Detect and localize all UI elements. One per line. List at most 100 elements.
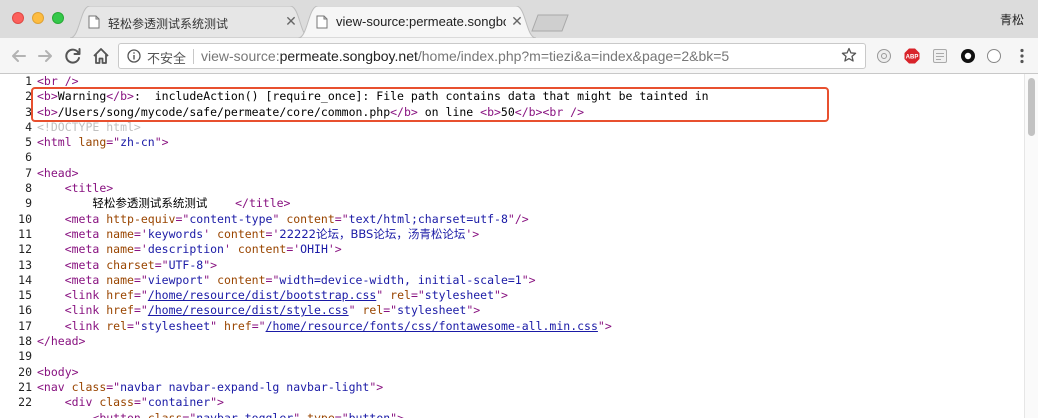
url-scheme: view-source: [201, 48, 280, 64]
source-line: <!DOCTYPE html> [37, 120, 1027, 135]
source-token: " [348, 303, 363, 318]
address-bar[interactable]: 不安全 view-source:permeate.songboy.net/hom… [118, 43, 866, 69]
source-token: description [147, 242, 224, 257]
home-icon[interactable] [90, 45, 112, 67]
source-link[interactable]: /home/resource/dist/style.css [148, 303, 349, 317]
source-link[interactable]: /home/resource/dist/bootstrap.css [148, 288, 376, 302]
source-token [37, 319, 65, 333]
source-token: =" [154, 257, 169, 272]
source-token: " [376, 288, 391, 303]
line-number: 12 [18, 242, 32, 257]
source-token [37, 303, 65, 317]
source-token: <link [64, 318, 107, 333]
source-token [37, 258, 65, 272]
tab-view-source[interactable]: view-source:permeate.songbo ✕ [298, 6, 536, 38]
reader-extension-icon[interactable] [932, 48, 948, 64]
source-token: zh-cn [120, 135, 155, 150]
vertical-scrollbar[interactable] [1024, 74, 1038, 418]
source-line: <link rel="stylesheet" href="/home/resou… [37, 319, 1027, 334]
line-number: 2 [25, 89, 32, 104]
source-token: "> [466, 303, 481, 318]
black-circle-extension-icon[interactable] [960, 48, 976, 64]
source-token: content [286, 211, 335, 226]
profile-name[interactable]: 青松 [1000, 11, 1024, 28]
arrow-right-icon[interactable] [34, 45, 56, 67]
source-token: ' [203, 226, 218, 241]
source-token: '> [465, 226, 480, 241]
line-number: 6 [25, 150, 32, 165]
source-token: =" [106, 135, 121, 150]
info-icon[interactable] [127, 49, 141, 63]
line-number: 4 [25, 119, 32, 134]
source-token: =" [133, 303, 148, 318]
source-token: <div [64, 395, 100, 410]
source-token: =' [133, 242, 148, 257]
source-token: "> [597, 318, 612, 333]
star-icon[interactable] [841, 47, 857, 63]
close-icon[interactable]: ✕ [510, 14, 524, 28]
kebab-menu-icon[interactable] [1014, 47, 1030, 65]
source-token: <link [64, 303, 107, 318]
tab-strip: 轻松参透测试系统测试 ✕ view-source:permeate.songbo… [0, 0, 1038, 38]
source-token [37, 411, 92, 418]
warning-highlight-box [31, 87, 829, 122]
source-token: =" [251, 318, 266, 333]
source-token: "> [521, 272, 536, 287]
source-token: navbar-toggler [196, 410, 294, 418]
circle-extension-icon[interactable] [876, 48, 892, 64]
source-token [37, 242, 65, 256]
source-token: <title> [64, 181, 114, 196]
source-token [37, 395, 65, 409]
url-path: /home/index.php?m=tiezi&a=index&page=2&b… [417, 48, 730, 64]
source-token: <html [37, 135, 79, 150]
source-token: class [147, 410, 183, 418]
source-token: keywords [147, 226, 204, 241]
source-token: UTF-8 [168, 257, 204, 272]
source-token: </title> [235, 196, 291, 211]
white-circle-extension-icon[interactable] [986, 48, 1002, 64]
line-number: 20 [18, 364, 32, 379]
source-token: " [272, 211, 287, 226]
source-token: rel [106, 318, 128, 333]
line-number: 21 [18, 379, 32, 394]
source-token: name [106, 226, 134, 241]
adblock-plus-icon[interactable]: ABP [904, 48, 920, 64]
source-token: " [293, 410, 308, 418]
close-window-button[interactable] [12, 12, 24, 24]
reload-icon[interactable] [62, 45, 84, 67]
source-token [37, 212, 65, 226]
source-token: <body> [37, 364, 79, 379]
source-link[interactable]: /home/resource/fonts/css/fontawesome-all… [266, 319, 598, 333]
source-token: <nav [37, 379, 72, 394]
source-token: <meta [64, 211, 107, 226]
source-token: text/html;charset=utf-8 [348, 211, 508, 226]
source-token: name [106, 272, 134, 287]
source-code[interactable]: <br /> <b>Warning</b>: includeAction() [r… [37, 74, 1027, 418]
source-token: content [237, 242, 287, 257]
url-text[interactable]: view-source:permeate.songboy.net/home/in… [201, 48, 729, 64]
zoom-window-button[interactable] [52, 12, 64, 24]
source-token: " [210, 318, 224, 333]
source-line: <head> [37, 166, 1027, 181]
tab-site[interactable]: 轻松参透测试系统测试 ✕ [70, 6, 310, 38]
source-line: <div class="container"> [37, 395, 1027, 410]
minimize-window-button[interactable] [32, 12, 44, 24]
source-line: <nav class="navbar navbar-expand-lg navb… [37, 380, 1027, 395]
source-token: =" [133, 272, 148, 287]
source-token: =" [334, 410, 349, 418]
source-token: navbar navbar-expand-lg navbar-light [120, 379, 370, 394]
source-token: name [106, 242, 134, 257]
source-token: "> [210, 395, 224, 410]
close-icon[interactable]: ✕ [284, 14, 298, 28]
line-number: 14 [18, 272, 32, 287]
source-token: stylesheet [397, 303, 467, 318]
source-viewer[interactable]: 1 2 3 4 5 6 7 8 9 10 11 12 13 14 15 16 17 18 19 20 21 22 <br … [0, 74, 1038, 418]
scrollbar-thumb[interactable] [1028, 78, 1035, 136]
page-icon [316, 15, 328, 29]
source-token: <button [92, 410, 148, 418]
new-tab-button[interactable] [530, 14, 570, 32]
arrow-left-icon[interactable] [8, 45, 30, 67]
source-token: "> [154, 135, 169, 150]
source-token: <br /> [37, 74, 79, 88]
source-token: href [224, 318, 252, 333]
